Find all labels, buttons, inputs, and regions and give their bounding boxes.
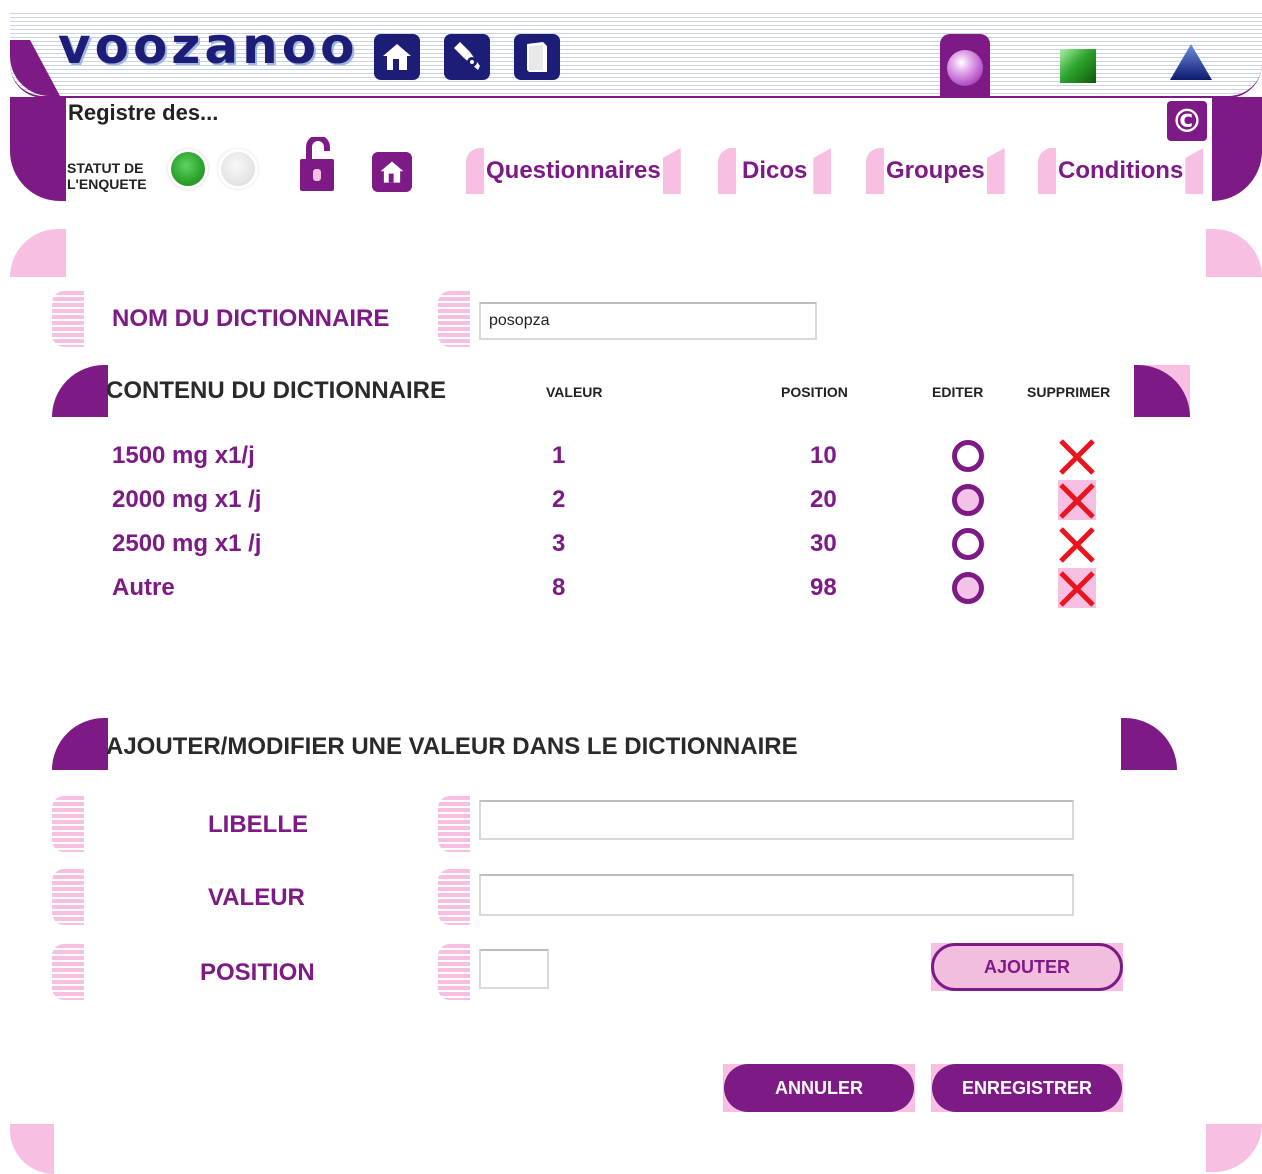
corner-top-left [10,229,66,277]
tab-groupes[interactable]: Groupes [866,148,1005,194]
label-stripe [52,944,84,1000]
delete-icon[interactable] [1058,438,1096,476]
valeur-label: VALEUR [208,884,305,911]
tab-edge-left [1038,148,1056,194]
label-stripe [52,796,84,852]
section-corner-left [52,718,108,770]
sphere-icon[interactable] [947,50,983,86]
tab-dicos[interactable]: Dicos [718,148,832,194]
label-stripe [52,291,84,347]
status-grey-light[interactable] [221,152,255,186]
row-valeur: 3 [552,530,566,557]
delete-icon[interactable] [1058,526,1096,564]
table-row: 2500 mg x1 /j 3 30 [0,524,1262,564]
tab-edge-left [466,148,484,194]
corner-bottom-right [1206,1124,1262,1172]
column-header-supprimer: SUPPRIMER [1027,384,1111,400]
add-section-title: AJOUTER/MODIFIER UNE VALEUR DANS LE DICT… [106,733,798,760]
copyright-icon[interactable]: © [1167,101,1207,141]
copyright-symbol: © [1171,102,1203,140]
app-logo[interactable]: voozanoo [58,18,358,74]
input-stripe [438,869,470,925]
row-valeur: 1 [552,442,566,469]
table-row: 2000 mg x1 /j 2 20 [0,480,1262,520]
dictionary-name-label: NOM DU DICTIONNAIRE [112,305,390,332]
input-stripe [438,944,470,1000]
row-position: 20 [810,486,837,513]
row-valeur: 8 [552,574,566,601]
position-input[interactable] [479,949,549,989]
green-square-icon[interactable] [1060,49,1096,83]
tools-icon[interactable] [444,34,490,80]
tab-edge-right [1185,148,1204,194]
column-header-editer: EDITER [932,384,984,400]
book-icon[interactable] [514,34,560,80]
tab-conditions[interactable]: Conditions [1038,148,1204,194]
row-valeur: 2 [552,486,566,513]
corner-bottom-left [10,1124,54,1174]
libelle-label: LIBELLE [208,811,308,838]
column-header-position: POSITION [781,384,848,400]
ajouter-button[interactable]: AJOUTER [931,943,1123,991]
tab-label: Questionnaires [486,157,661,184]
edit-icon[interactable] [952,484,984,516]
home-small-icon[interactable] [372,152,412,192]
content-section-title: CONTENU DU DICTIONNAIRE [106,377,446,404]
edit-icon[interactable] [952,440,984,472]
corner-top-right [1206,229,1262,277]
tab-label: Groupes [886,157,985,184]
enregistrer-button[interactable]: ENREGISTRER [932,1064,1122,1112]
section-corner-left [52,365,108,417]
column-header-valeur: VALEUR [546,384,603,400]
delete-icon[interactable] [1058,570,1096,608]
tab-label: Conditions [1058,157,1184,184]
row-libelle: Autre [112,574,175,601]
status-label: STATUT DE L'ENQUETE [67,160,147,192]
tab-edge-right [986,148,1005,194]
page-title: Registre des... [68,100,219,125]
status-label-line2: L'ENQUETE [67,176,147,192]
tab-edge-left [866,148,884,194]
tab-edge-right [813,148,832,194]
row-position: 30 [810,530,837,557]
row-position: 98 [810,574,837,601]
tab-edge-left [718,148,736,194]
status-label-line1: STATUT DE [67,160,144,176]
delete-icon[interactable] [1058,482,1096,520]
dictionary-name-input[interactable] [479,302,817,340]
right-band [1212,97,1262,201]
edit-icon[interactable] [952,528,984,560]
valeur-input[interactable] [479,874,1074,916]
section-corner-right [1134,365,1190,417]
status-green-light[interactable] [171,152,205,186]
unlock-icon[interactable] [300,137,336,193]
home-icon[interactable] [374,34,420,80]
section-corner-right [1121,718,1177,770]
row-libelle: 2500 mg x1 /j [112,530,262,557]
row-libelle: 2000 mg x1 /j [112,486,262,513]
annuler-button[interactable]: ANNULER [724,1064,914,1112]
row-libelle: 1500 mg x1/j [112,442,255,469]
triangle-icon[interactable] [1168,42,1214,82]
edit-icon[interactable] [952,572,984,604]
table-row: 1500 mg x1/j 1 10 [0,436,1262,476]
table-row: Autre 8 98 [0,568,1262,608]
row-position: 10 [810,442,837,469]
label-stripe [52,869,84,925]
left-band [10,97,66,201]
section-corner-right-fill [1134,365,1190,417]
position-label: POSITION [200,959,315,986]
input-stripe [438,796,470,852]
tab-questionnaires[interactable]: Questionnaires [466,148,681,194]
input-stripe [438,291,470,347]
tab-edge-right [662,148,681,194]
libelle-input[interactable] [479,800,1074,840]
tab-label: Dicos [742,157,808,184]
